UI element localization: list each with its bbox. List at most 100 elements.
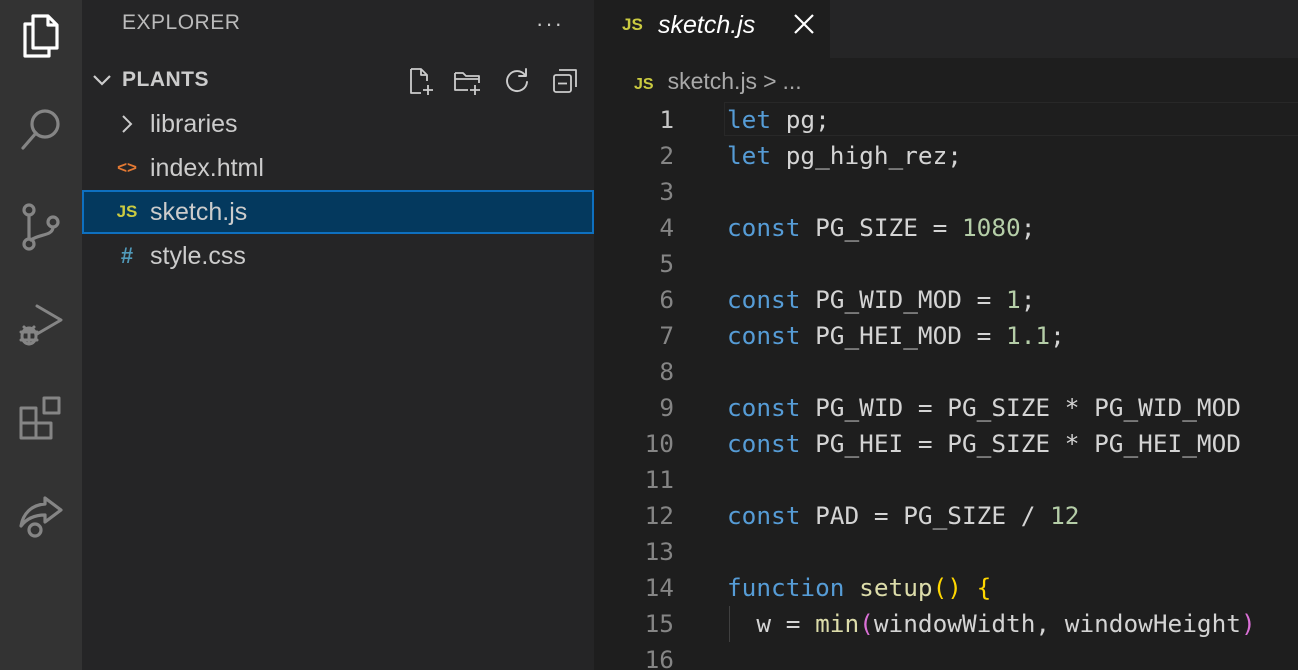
- tree-item-label: style.css: [150, 242, 246, 270]
- code-token: ;: [1020, 285, 1036, 314]
- extensions-icon[interactable]: [0, 382, 82, 454]
- tree-item-label: index.html: [150, 154, 264, 182]
- tab-sketch-js[interactable]: JS sketch.js: [594, 0, 830, 58]
- js-file-icon: JS: [622, 15, 643, 34]
- line-content: const PG_HEI_MOD = 1.1;: [727, 318, 1065, 354]
- tree-file-sketch-js[interactable]: JS sketch.js: [82, 190, 594, 234]
- code-token: pg_high_rez;: [771, 141, 962, 170]
- code-line[interactable]: 9 const PG_WID = PG_SIZE * PG_WID_MOD: [594, 390, 1298, 426]
- tree-file-style-css[interactable]: # style.css: [82, 234, 594, 278]
- close-icon[interactable]: [790, 10, 818, 38]
- code-token: let: [727, 141, 772, 170]
- explorer-sidebar: EXPLORER ··· PLANTS libraries <> index.h…: [82, 0, 594, 670]
- code-line[interactable]: 10 const PG_HEI = PG_SIZE * PG_HEI_MOD: [594, 426, 1298, 462]
- explorer-icon[interactable]: [0, 0, 82, 72]
- collapse-all-icon[interactable]: [548, 64, 582, 98]
- line-number: 7: [659, 321, 674, 350]
- code-token: let: [727, 105, 772, 134]
- code-token: function: [727, 573, 845, 602]
- code-line[interactable]: 14 function setup() {: [594, 570, 1298, 606]
- editor-area: JS sketch.js JS sketch.js >... 1 let pg; 2 le…: [594, 0, 1298, 670]
- code-token: const: [727, 285, 801, 314]
- vscode-window: EXPLORER ··· PLANTS libraries <> index.h…: [0, 0, 1298, 670]
- code-token: const: [727, 321, 801, 350]
- code-line[interactable]: 5: [594, 246, 1298, 282]
- line-number: 6: [659, 285, 674, 314]
- new-folder-icon[interactable]: [450, 64, 484, 98]
- tree-item-label: sketch.js: [150, 198, 248, 226]
- code-line[interactable]: 12 const PAD = PG_SIZE / 12: [594, 498, 1298, 534]
- line-number: 16: [644, 645, 674, 670]
- code-token: 1080: [961, 213, 1021, 242]
- code-editor[interactable]: 1 let pg; 2 let pg_high_rez; 3 4 const PG_SIZE…: [594, 102, 1298, 670]
- code-token: PG_SIZE =: [800, 213, 962, 242]
- code-line[interactable]: 2 let pg_high_rez;: [594, 138, 1298, 174]
- code-line[interactable]: 11: [594, 462, 1298, 498]
- code-line[interactable]: 6 const PG_WID_MOD = 1;: [594, 282, 1298, 318]
- code-token: ): [1240, 609, 1256, 638]
- line-number: 4: [659, 213, 674, 242]
- code-token: ;: [1020, 213, 1036, 242]
- tab-bar: JS sketch.js: [594, 0, 1298, 58]
- code-token: PG_HEI_MOD =: [800, 321, 1007, 350]
- code-token: {: [976, 573, 992, 602]
- code-token: const: [727, 501, 801, 530]
- code-token: PG_HEI = PG_SIZE * PG_HEI_MOD: [800, 429, 1241, 458]
- line-content: let pg;: [727, 102, 830, 138]
- chevron-down-icon: [93, 75, 111, 86]
- line-number: 11: [644, 465, 674, 494]
- source-control-icon[interactable]: [0, 190, 82, 262]
- line-content: const PG_WID = PG_SIZE * PG_WID_MOD: [727, 390, 1241, 426]
- breadcrumb: JS sketch.js >...: [634, 58, 802, 104]
- line-content: function setup() {: [727, 570, 991, 606]
- breadcrumb-symbols[interactable]: ...: [783, 68, 802, 94]
- code-token: ;: [1050, 321, 1065, 350]
- code-token: (): [932, 573, 962, 602]
- code-token: const: [727, 393, 801, 422]
- line-number: 9: [659, 393, 674, 422]
- code-token: 1: [1006, 285, 1021, 314]
- refresh-icon[interactable]: [500, 64, 534, 98]
- line-content: const PAD = PG_SIZE / 12: [727, 498, 1079, 534]
- code-line[interactable]: 3: [594, 174, 1298, 210]
- run-debug-icon[interactable]: [0, 286, 82, 358]
- line-content: let pg_high_rez;: [727, 138, 962, 174]
- code-line[interactable]: 7 const PG_HEI_MOD = 1.1;: [594, 318, 1298, 354]
- sidebar-title: EXPLORER: [122, 11, 241, 34]
- code-token: setup: [859, 573, 933, 602]
- code-line[interactable]: 8: [594, 354, 1298, 390]
- tab-label: sketch.js: [658, 11, 756, 39]
- live-share-icon[interactable]: [0, 478, 82, 550]
- line-content: const PG_WID_MOD = 1;: [727, 282, 1035, 318]
- line-content: const PG_HEI = PG_SIZE * PG_HEI_MOD: [727, 426, 1241, 462]
- folder-section-header[interactable]: PLANTS: [82, 58, 594, 102]
- code-token: w =: [727, 609, 816, 638]
- code-line[interactable]: 4 const PG_SIZE = 1080;: [594, 210, 1298, 246]
- search-icon[interactable]: [0, 94, 82, 166]
- line-number: 3: [659, 177, 674, 206]
- more-actions-button[interactable]: ···: [530, 4, 570, 44]
- line-content: const PG_SIZE = 1080;: [727, 210, 1035, 246]
- code-line[interactable]: 15 w = min(windowWidth, windowHeight): [594, 606, 1298, 642]
- tree-item-label: libraries: [150, 110, 238, 138]
- activity-bar: [0, 0, 82, 670]
- line-number: 14: [644, 573, 674, 602]
- new-file-icon[interactable]: [404, 64, 438, 98]
- code-token: 1.1: [1006, 321, 1051, 350]
- code-line[interactable]: 1 let pg;: [594, 102, 1298, 138]
- css-file-icon: #: [120, 243, 134, 268]
- code-token: min: [815, 609, 860, 638]
- tree-folder-libraries[interactable]: libraries: [82, 102, 594, 146]
- breadcrumb-file[interactable]: sketch.js: [668, 68, 757, 94]
- chevron-right-icon: [112, 102, 142, 146]
- line-content: w = min(windowWidth, windowHeight): [727, 606, 1256, 642]
- code-line[interactable]: 13: [594, 534, 1298, 570]
- tree-file-index-html[interactable]: <> index.html: [82, 146, 594, 190]
- line-number: 13: [644, 537, 674, 566]
- breadcrumb-separator: >: [763, 68, 777, 94]
- code-line[interactable]: 16: [594, 642, 1298, 670]
- line-number: 15: [644, 609, 674, 638]
- code-token: windowWidth, windowHeight: [873, 609, 1241, 638]
- code-token: PAD = PG_SIZE /: [800, 501, 1051, 530]
